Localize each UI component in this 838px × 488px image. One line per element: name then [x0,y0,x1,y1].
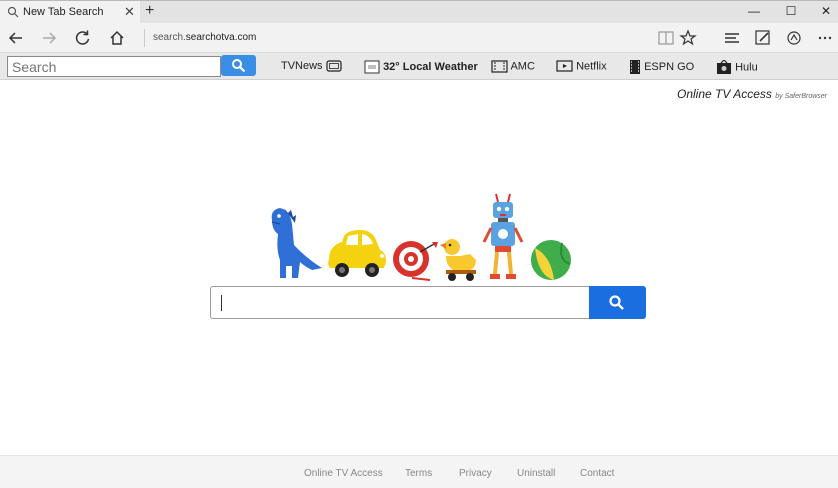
car-illustration [328,230,386,277]
main-search-button[interactable] [589,286,646,319]
target-illustration [393,241,438,281]
footer-link-terms[interactable]: Terms [405,468,432,479]
weather-icon [364,60,380,74]
robot-illustration [482,193,524,279]
search-icon [232,59,246,73]
link-label: Hulu [735,61,758,74]
extension-toolbar: TVNews 32° Local Weather AMC Netflix [0,53,838,80]
address-bar[interactable]: search.searchotva.com [144,29,644,47]
link-local-weather[interactable]: 32° Local Weather [364,60,478,74]
film-icon [630,60,640,74]
link-label: Netflix [576,60,607,73]
netflix-icon [556,60,573,72]
footer-link-contact[interactable]: Contact [580,468,614,479]
amc-icon [491,60,508,73]
refresh-icon[interactable] [73,28,93,48]
link-tvnews[interactable]: TVNews [281,60,342,72]
toys-illustration [271,193,571,281]
reading-view-icon[interactable] [656,28,676,48]
text-caret [221,295,222,311]
favorite-star-icon[interactable] [678,28,698,48]
address-domain: searchotva.com [185,32,257,43]
hulu-icon [717,60,731,74]
forward-icon[interactable] [39,28,59,48]
close-window-button[interactable]: ✕ [816,4,836,18]
footer-link-privacy[interactable]: Privacy [459,468,492,479]
hub-icon[interactable] [722,28,742,48]
footer: Online TV Access Terms Privacy Uninstall… [0,455,838,488]
home-icon[interactable] [107,28,127,48]
link-label: 32° Local Weather [383,60,478,73]
search-icon [609,295,624,310]
tv-icon [326,60,342,72]
brand-name: Online TV Access [676,87,772,101]
maximize-button[interactable]: ☐ [781,4,801,18]
back-icon[interactable] [6,28,26,48]
brand-logo[interactable]: Online TV Access by SaferBrowser [677,87,827,101]
link-label: AMC [510,60,535,73]
main-search-input[interactable] [210,286,589,319]
navigation-bar: search.searchotva.com [0,23,838,53]
link-label: ESPN GO [644,60,695,73]
brand-by: by SaferBrowser [775,93,827,100]
minimize-button[interactable]: — [744,4,764,18]
link-netflix[interactable]: Netflix [556,60,607,73]
more-icon[interactable] [815,28,835,48]
dinosaur-illustration [271,208,322,278]
address-prefix: search. [153,32,186,43]
toolbar-search-input[interactable] [7,56,221,77]
link-amc[interactable]: AMC [491,60,535,73]
duck-illustration [440,239,476,281]
link-hulu[interactable]: Hulu [716,60,758,75]
title-bar: New Tab Search ✕ + — ☐ ✕ [0,0,838,24]
link-label: TVNews [281,60,323,72]
footer-link-online-tv-access[interactable]: Online TV Access [304,468,383,479]
tab-close-button[interactable]: ✕ [124,4,135,20]
ball-illustration [531,240,571,280]
footer-link-uninstall[interactable]: Uninstall [517,468,555,479]
share-icon[interactable] [784,28,804,48]
web-note-icon[interactable] [753,28,773,48]
browser-tab[interactable]: New Tab Search ✕ [0,1,140,24]
search-icon [7,6,19,18]
new-tab-button[interactable]: + [145,2,159,20]
toolbar-search-button[interactable] [221,55,256,76]
tab-title: New Tab Search [23,6,104,18]
link-espn-go[interactable]: ESPN GO [629,60,694,74]
